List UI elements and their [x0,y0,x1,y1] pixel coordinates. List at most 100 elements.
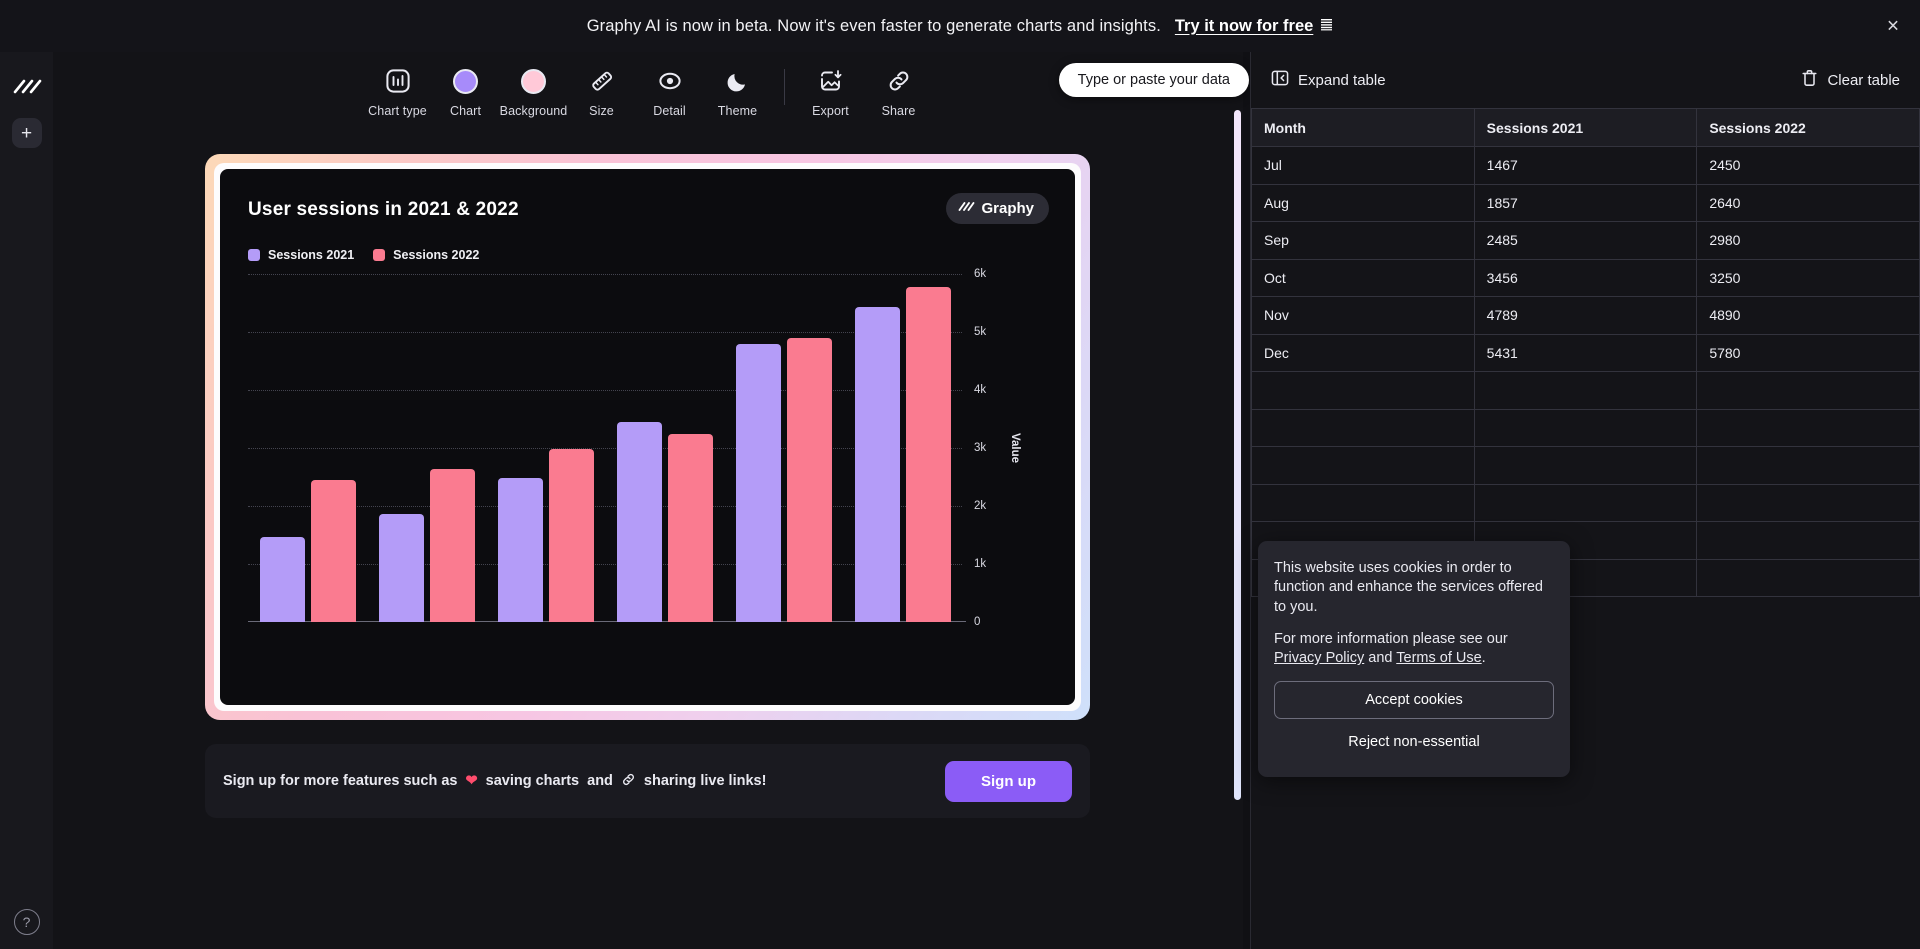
table-column-header[interactable]: Month [1251,108,1475,147]
bar[interactable] [905,286,951,622]
expand-table-button[interactable]: Expand table [1271,69,1386,91]
table-cell[interactable] [1473,483,1698,522]
chart-surface[interactable]: User sessions in 2021 & 2022 Graphy Sess… [220,169,1075,705]
table-cell[interactable] [1251,483,1475,522]
help-icon[interactable]: ? [13,909,40,935]
table-row[interactable]: Nov 4789 4890 [1251,296,1920,335]
table-row[interactable]: Dec 5431 5780 [1251,333,1920,372]
clear-table-button[interactable]: Clear table [1801,69,1900,91]
tool-background-color[interactable]: Background [500,66,568,118]
accept-cookies-button[interactable]: Accept cookies [1274,681,1554,720]
bar[interactable] [616,421,662,622]
tool-detail[interactable]: Detail [636,66,704,118]
table-cell[interactable] [1473,371,1698,410]
data-table-head: Month Sessions 2021 Sessions 2022 [1251,108,1920,147]
graphy-watermark-badge[interactable]: Graphy [946,193,1049,224]
reject-non-essential-button[interactable]: Reject non-essential [1274,723,1554,761]
tool-share[interactable]: Share [865,66,933,118]
table-cell[interactable]: 2980 [1696,221,1920,260]
table-cell[interactable] [1473,446,1698,485]
table-column-header[interactable]: Sessions 2021 [1473,108,1698,147]
table-row[interactable] [1251,408,1920,447]
tool-label: Chart type [368,104,427,118]
table-cell[interactable] [1696,558,1920,597]
bar[interactable] [735,344,781,622]
tool-export[interactable]: Export [797,66,865,118]
table-row[interactable] [1251,446,1920,485]
chart-frame-inner-border: User sessions in 2021 & 2022 Graphy Sess… [214,163,1081,711]
ruler-icon [587,66,617,96]
cookie-consent-dialog: This website uses cookies in order to fu… [1258,541,1570,778]
tool-chart-type[interactable]: Chart type [364,66,432,118]
table-cell[interactable]: 2450 [1696,146,1920,185]
table-cell[interactable]: Aug [1251,183,1475,222]
table-cell[interactable]: 5780 [1696,333,1920,372]
bar[interactable] [310,479,356,622]
bar[interactable] [548,449,594,622]
privacy-policy-link[interactable]: Privacy Policy [1274,650,1364,666]
table-cell[interactable]: 3250 [1696,258,1920,297]
table-cell[interactable] [1696,521,1920,560]
bar[interactable] [259,536,305,622]
add-chart-button[interactable]: + [11,118,42,148]
table-cell[interactable]: 2640 [1696,183,1920,222]
try-it-now-link[interactable]: Try it now for free [1175,17,1333,36]
bar[interactable] [854,307,900,622]
table-cell[interactable]: 3456 [1473,258,1698,297]
table-cell[interactable]: 5431 [1473,333,1698,372]
table-cell[interactable]: 4789 [1473,296,1698,335]
graphy-logo-icon[interactable] [12,72,42,102]
table-cell[interactable] [1696,371,1920,410]
table-cell[interactable]: Oct [1251,258,1475,297]
chart-type-icon [383,66,413,96]
expand-panel-icon [1271,69,1289,91]
table-row[interactable] [1251,371,1920,410]
bar[interactable] [667,433,713,622]
cookie-p2-suffix: . [1481,650,1486,667]
close-banner-button[interactable]: × [1880,16,1906,37]
table-cell[interactable] [1251,408,1475,447]
signup-button[interactable]: Sign up [945,760,1072,802]
table-row[interactable]: Jul 1467 2450 [1251,146,1920,185]
table-cell[interactable] [1696,446,1920,485]
tool-label: Chart [449,104,482,118]
table-row[interactable] [1251,483,1920,522]
data-table[interactable]: Month Sessions 2021 Sessions 2022 Jul 1467 2… [1251,108,1920,597]
table-cell[interactable] [1251,446,1475,485]
legend-item-sessions-2022[interactable]: Sessions 2022 [373,248,479,262]
cookie-paragraph-1: This website uses cookies in order to fu… [1274,560,1543,615]
signup-and: and [587,773,613,789]
bar[interactable] [429,468,475,622]
chart-bars [248,274,962,622]
table-cell[interactable]: 2485 [1473,221,1698,260]
legend-label: Sessions 2021 [268,248,355,262]
table-cell[interactable]: Jul [1251,146,1475,185]
tool-chart-color[interactable]: Chart [432,66,500,118]
legend-item-sessions-2021[interactable]: Sessions 2021 [248,248,354,262]
signup-promo-bar: Sign up for more features such as ❤ savi… [205,744,1090,818]
table-row[interactable]: Aug 1857 2640 [1251,183,1920,222]
clear-table-label: Clear table [1827,71,1900,89]
canvas-scrollbar[interactable] [1234,110,1241,800]
bar[interactable] [378,514,424,622]
table-cell[interactable]: 4890 [1696,296,1920,335]
table-row[interactable]: Oct 3456 3250 [1251,258,1920,297]
bar[interactable] [786,338,832,622]
table-cell[interactable]: Nov [1251,296,1475,335]
table-column-header[interactable]: Sessions 2022 [1696,108,1920,147]
bar-group [259,479,356,622]
table-cell[interactable]: 1467 [1473,146,1698,185]
table-cell[interactable]: 1857 [1473,183,1698,222]
bar[interactable] [497,477,543,622]
tool-size[interactable]: Size [568,66,636,118]
table-cell[interactable]: Sep [1251,221,1475,260]
table-cell[interactable] [1696,408,1920,447]
table-cell[interactable] [1696,483,1920,522]
table-cell[interactable] [1473,408,1698,447]
y-tick-label: 4k [974,384,987,396]
tool-theme[interactable]: Theme [704,66,772,118]
table-cell[interactable]: Dec [1251,333,1475,372]
table-cell[interactable] [1251,371,1475,410]
terms-of-use-link[interactable]: Terms of Use [1396,650,1481,666]
table-row[interactable]: Sep 2485 2980 [1251,221,1920,260]
